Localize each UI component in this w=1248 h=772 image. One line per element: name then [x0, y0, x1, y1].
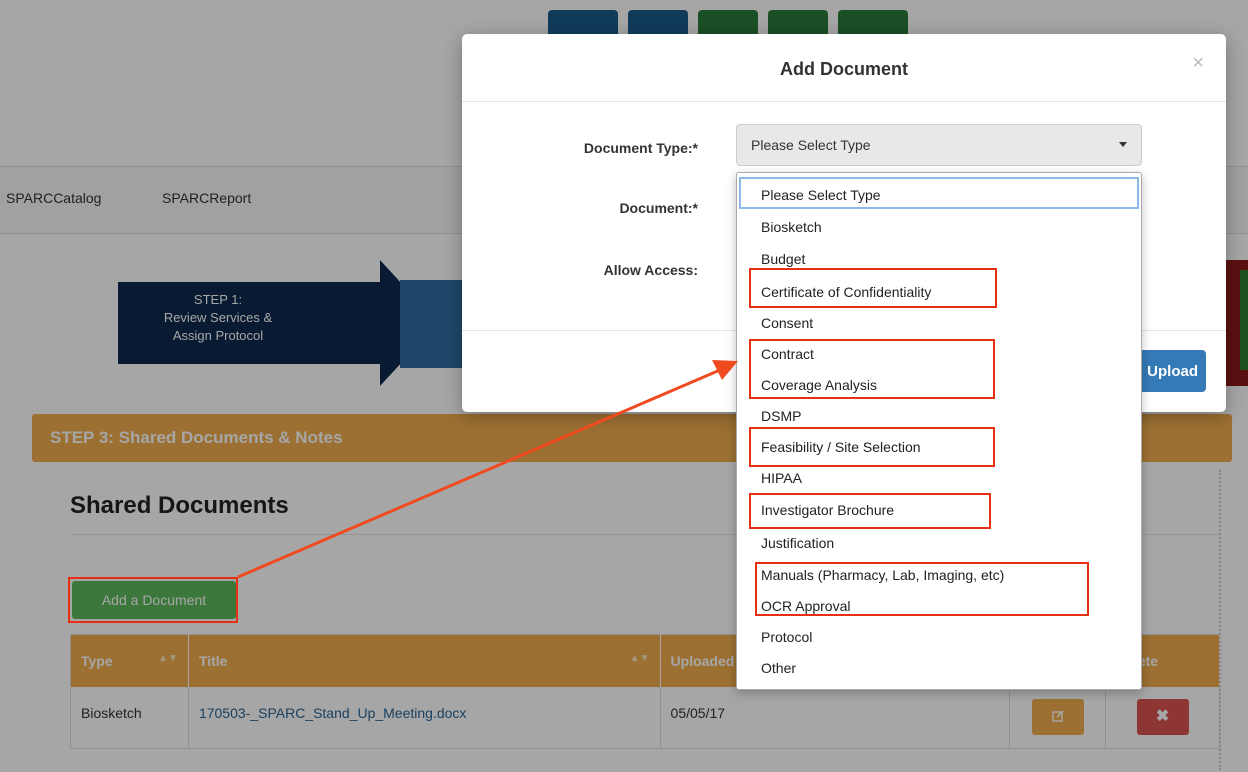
option-other[interactable]: Other [761, 660, 796, 676]
annotation-box [749, 427, 995, 467]
option-please-select-type[interactable]: Please Select Type [761, 187, 881, 203]
option-consent[interactable]: Consent [761, 315, 813, 331]
option-justification[interactable]: Justification [761, 535, 834, 551]
option-budget[interactable]: Budget [761, 251, 805, 267]
annotation-box [755, 562, 1089, 616]
document-type-select[interactable]: Please Select Type [736, 124, 1142, 166]
annotation-box [749, 268, 997, 308]
option-biosketch[interactable]: Biosketch [761, 219, 822, 235]
upload-button[interactable]: Upload [1136, 350, 1206, 392]
document-type-label: Document Type:* [583, 140, 698, 156]
annotation-box [749, 339, 995, 399]
annotation-box [749, 493, 991, 529]
close-icon[interactable]: × [1192, 52, 1204, 75]
option-hipaa[interactable]: HIPAA [761, 470, 802, 486]
document-label: Document:* [619, 200, 698, 216]
select-value: Please Select Type [751, 137, 871, 153]
option-dsmp[interactable]: DSMP [761, 408, 801, 424]
allow-access-label: Allow Access: [603, 262, 698, 278]
option-protocol[interactable]: Protocol [761, 629, 812, 645]
chevron-down-icon [1119, 142, 1127, 147]
modal-title: Add Document [780, 59, 908, 79]
annotation-box [68, 577, 238, 623]
